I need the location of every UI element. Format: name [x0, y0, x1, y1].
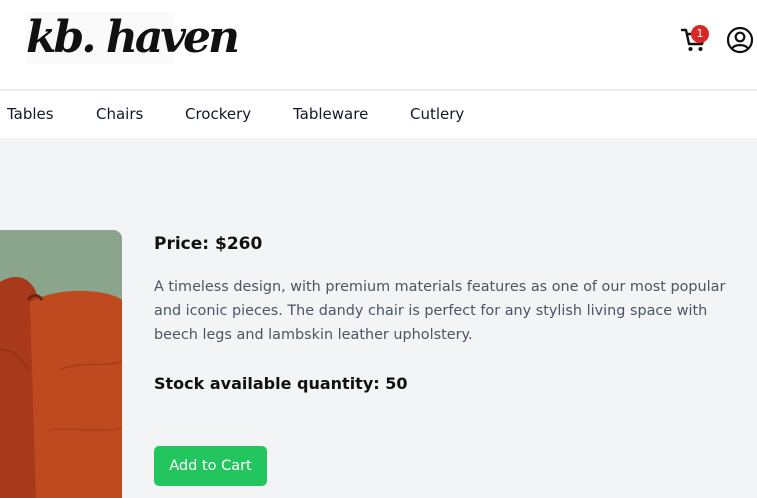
logo[interactable]: kb. haven	[26, 12, 240, 64]
product-description: A timeless design, with premium material…	[154, 279, 726, 343]
product-price: Price: $260	[154, 234, 263, 254]
nav-item-crockery[interactable]: Crockery	[185, 105, 251, 123]
nav-item-tables[interactable]: Tables	[7, 105, 54, 123]
nav-item-cutlery[interactable]: Cutlery	[410, 105, 464, 123]
stock-quantity: Stock available quantity: 50	[154, 374, 408, 393]
nav-item-chairs[interactable]: Chairs	[96, 105, 143, 123]
nav-item-tableware[interactable]: Tableware	[293, 105, 368, 123]
add-to-cart-button[interactable]: Add to Cart	[154, 446, 267, 486]
cart-count-badge: 1	[691, 25, 709, 43]
sofa-image	[0, 230, 122, 498]
product-image	[0, 230, 122, 498]
user-circle-icon	[726, 26, 754, 54]
site-header: kb. haven 1	[0, 0, 757, 90]
category-nav: Tables Chairs Crockery Tableware Cutlery	[0, 91, 757, 138]
account-button[interactable]	[726, 26, 754, 54]
